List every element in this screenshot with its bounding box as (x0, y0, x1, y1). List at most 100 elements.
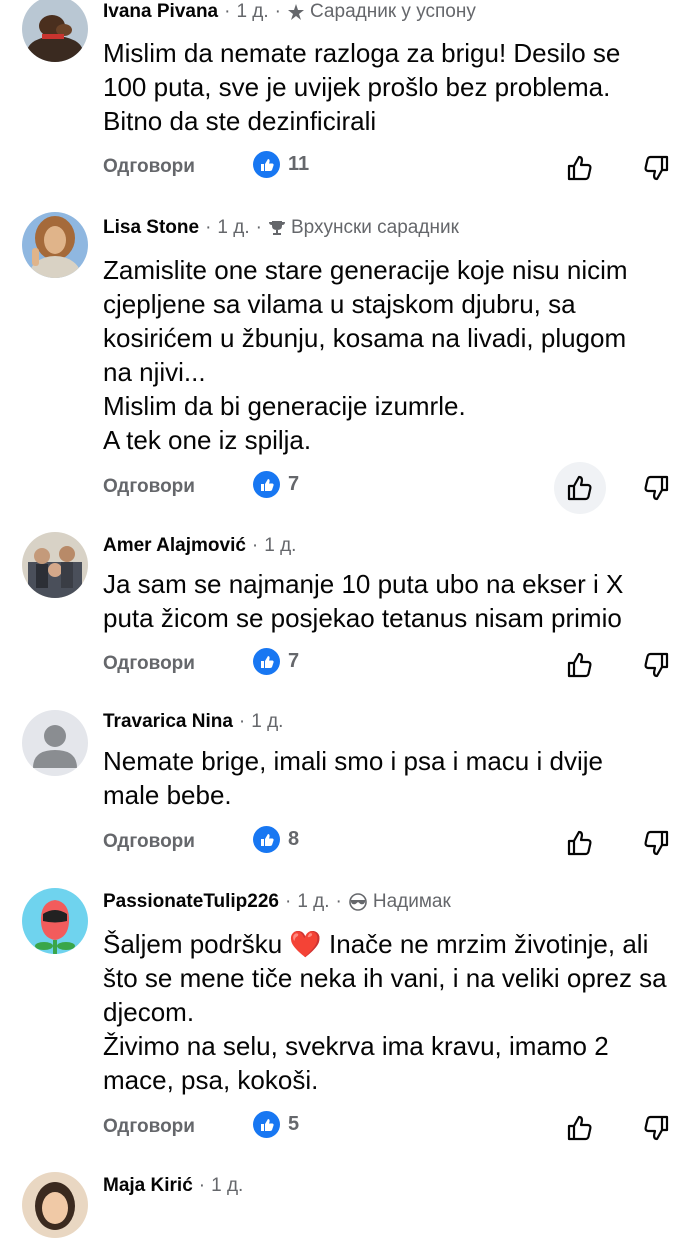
author-name[interactable]: Lisa Stone (103, 217, 199, 239)
thumbs-down-icon (644, 652, 669, 678)
comment-line: 100 puta, sve je uvijek prošlo bez probl… (103, 72, 611, 102)
badge-label: Врхунски сарадник (290, 217, 459, 238)
author-name[interactable]: Ivana Pivana (103, 1, 218, 23)
timestamp[interactable]: 1 д. (211, 1175, 243, 1197)
downvote-button[interactable] (630, 142, 682, 194)
author-name[interactable]: Maja Kirić (103, 1175, 193, 1197)
comment-line: Nemate brige, imali smo i psa i macu i d… (103, 746, 603, 776)
thumbs-up-icon (567, 155, 592, 181)
comment-text: Šaljem podršku ❤️ Inače ne mrzim životin… (103, 927, 683, 1097)
badge-label: Надимак (372, 891, 451, 912)
timestamp[interactable]: 1 д. (297, 891, 329, 913)
comment-meta: Travarica Nina · 1 д. (103, 708, 283, 736)
reply-button[interactable]: Одговори (103, 476, 195, 498)
timestamp[interactable]: 1 д. (264, 535, 296, 557)
downvote-button[interactable] (630, 817, 682, 869)
comment-meta: Maja Kirić · 1 д. (103, 1172, 243, 1200)
comment-meta: Amer Alajmović · 1 д. (103, 532, 296, 560)
comment-text: Mislim da nemate razloga za brigu! Desil… (103, 36, 683, 138)
badge: Сарадник у успону (287, 1, 476, 23)
reply-button[interactable]: Одговори (103, 1116, 195, 1138)
comment-line: Mislim da bi generacije izumrle. (103, 391, 466, 421)
separator: · (224, 1, 231, 22)
comment-actions: Одговори 7 (103, 462, 698, 514)
separator: · (255, 217, 262, 238)
like-reaction-icon (253, 471, 280, 498)
upvote-button[interactable] (554, 462, 606, 514)
upvote-button[interactable] (554, 817, 606, 869)
rising-star-icon (288, 4, 304, 20)
comment-line: mace, psa, kokoši. (103, 1065, 319, 1095)
like-count: 7 (288, 473, 300, 495)
like-count: 7 (288, 650, 300, 672)
like-summary[interactable]: 7 (253, 648, 299, 675)
avatar[interactable] (22, 0, 88, 62)
separator: · (205, 217, 212, 238)
like-summary[interactable]: 7 (253, 471, 299, 498)
author-name[interactable]: PassionateTulip226 (103, 891, 279, 913)
comment-line: A tek one iz spilja. (103, 425, 312, 455)
like-count: 5 (288, 1113, 300, 1135)
comment-actions: Одговори 5 (103, 1108, 698, 1148)
reply-button[interactable]: Одговори (103, 156, 195, 178)
like-summary[interactable]: 8 (253, 826, 299, 853)
comment-line: male bebe. (103, 780, 232, 810)
upvote-button[interactable] (554, 1102, 606, 1154)
like-summary[interactable]: 11 (253, 151, 309, 178)
comment-text: Zamislite one stare generacije koje nisu… (103, 253, 683, 457)
thumbs-down-icon (644, 475, 669, 501)
downvote-button[interactable] (630, 1102, 682, 1154)
comment-text: Nemate brige, imali smo i psa i macu i d… (103, 744, 683, 812)
comment-line: na njivi... (103, 357, 206, 387)
timestamp[interactable]: 1 д. (251, 711, 283, 733)
comment-line: Šaljem podršku ❤️ Inače ne mrzim životin… (103, 929, 649, 959)
author-name[interactable]: Travarica Nina (103, 711, 233, 733)
separator: · (238, 711, 246, 732)
comment-line: Ja sam se najmanje 10 puta ubo na ekser … (103, 569, 624, 599)
separator: · (274, 1, 281, 22)
comment-line: djecom. (103, 997, 195, 1027)
comment-line: Zamislite one stare generacije koje nisu… (103, 255, 628, 285)
comment-line: Bitno da ste dezinficirali (103, 106, 377, 136)
reply-button[interactable]: Одговори (103, 653, 195, 675)
like-count: 11 (288, 153, 310, 175)
like-reaction-icon (253, 1111, 280, 1138)
comment-line: Živimo na selu, svekrva ima kravu, imamo… (103, 1031, 609, 1061)
comment-meta: Lisa Stone · 1 д. · Врхунски сарадник (103, 214, 459, 242)
comment-text: Ja sam se najmanje 10 puta ubo na ekser … (103, 567, 683, 635)
downvote-button[interactable] (630, 462, 682, 514)
author-name[interactable]: Amer Alajmović (103, 535, 246, 557)
separator: · (251, 535, 259, 556)
downvote-button[interactable] (630, 639, 682, 691)
thumbs-down-icon (644, 1115, 669, 1141)
comment-actions: Одговори 8 (103, 823, 698, 863)
upvote-button[interactable] (554, 142, 606, 194)
badge-label: Сарадник у успону (310, 1, 476, 22)
thumbs-up-icon (567, 1115, 592, 1141)
thumbs-down-icon (644, 830, 669, 856)
like-reaction-icon (253, 151, 280, 178)
comment-line: kosirićem u žbunju, kosama na livadi, pl… (103, 323, 627, 353)
trophy-icon (268, 221, 285, 235)
badge: Врхунски сарадник (268, 217, 459, 239)
avatar[interactable] (22, 212, 88, 278)
separator: · (335, 891, 342, 912)
comment-meta: Ivana Pivana · 1 д. · Сарадник у успону (103, 0, 476, 26)
badge: Надимак (348, 891, 451, 913)
avatar[interactable] (22, 888, 88, 954)
like-reaction-icon (253, 648, 280, 675)
separator: · (285, 891, 292, 912)
avatar[interactable] (22, 532, 88, 598)
avatar[interactable] (22, 1172, 88, 1238)
comment-line: Mislim da nemate razloga za brigu! Desil… (103, 38, 621, 68)
sunglasses-icon (349, 893, 367, 911)
reply-button[interactable]: Одговори (103, 831, 195, 853)
thumbs-up-icon (567, 475, 592, 501)
comment-meta: PassionateTulip226 · 1 д. · Надимак (103, 888, 451, 916)
like-count: 8 (288, 828, 300, 850)
timestamp[interactable]: 1 д. (236, 1, 268, 23)
upvote-button[interactable] (554, 639, 606, 691)
timestamp[interactable]: 1 д. (217, 217, 249, 239)
like-summary[interactable]: 5 (253, 1111, 299, 1138)
avatar[interactable] (22, 710, 88, 776)
